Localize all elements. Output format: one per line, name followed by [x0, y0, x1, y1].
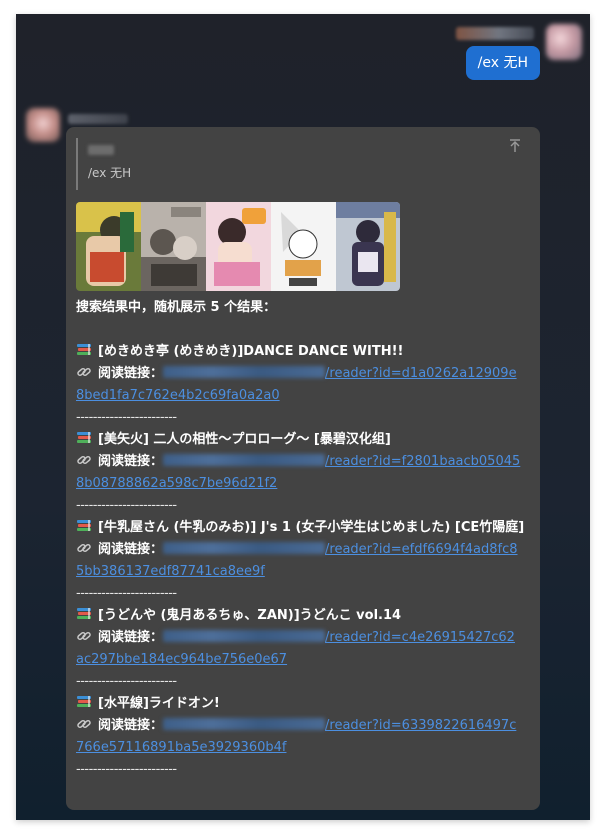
- thumbnail-5[interactable]: [336, 202, 400, 291]
- link-host-blurred: [163, 542, 326, 554]
- result-title-text: [うどんや (鬼月あるちゅ、ZAN)]うどんこ vol.14: [98, 608, 402, 623]
- link-path-continued: 766e57116891ba5e3929360b4f: [76, 740, 287, 755]
- link-path-continued: ac297bbe184ec964be756e0e67: [76, 652, 288, 667]
- result-link-row: 阅读链接： /reader?id=d1a0262a12909e 8bed1fa7c7…: [76, 363, 532, 407]
- result-item: [うどんや (鬼月あるちゅ、ZAN)]うどんこ vol.14 阅读链接： /read…: [76, 605, 532, 693]
- link-host-blurred: [163, 630, 326, 642]
- result-item: [めきめき亭 (めきめき)]DANCE DANCE WITH!! 阅读链接： /re…: [76, 341, 532, 429]
- result-title: [めきめき亭 (めきめき)]DANCE DANCE WITH!!: [76, 341, 532, 363]
- thumbnail-collage[interactable]: [76, 202, 400, 291]
- my-message-bubble[interactable]: /ex 无H: [465, 46, 540, 80]
- thumbnail-3[interactable]: [206, 202, 271, 291]
- link-path: /reader?id=d1a0262a12909e: [325, 366, 517, 381]
- bot-message-bubble[interactable]: /ex 无H 搜索结果中，随机展示 5 个结果： [めきめき亭 (めきめき)]D…: [66, 127, 540, 810]
- result-title-text: [美矢火] 二人の相性～プロローグ～ [暴碧汉化组]: [98, 432, 391, 447]
- separator: ------------------------: [76, 674, 177, 689]
- results-list: [めきめき亭 (めきめき)]DANCE DANCE WITH!! 阅读链接： /re…: [76, 341, 532, 781]
- bot-avatar[interactable]: [26, 108, 60, 142]
- search-results: 搜索结果中，随机展示 5 个结果： [めきめき亭 (めきめき)]DANCE DA…: [76, 297, 532, 781]
- separator: ------------------------: [76, 586, 177, 601]
- link-host-blurred: [163, 454, 326, 466]
- link-path-continued: 8b08788862a598c7be96d21f2: [76, 476, 278, 491]
- thumbnail-2[interactable]: [141, 202, 206, 291]
- link-path: /reader?id=6339822616497c: [325, 718, 517, 733]
- result-title: [美矢火] 二人の相性～プロローグ～ [暴碧汉化组]: [76, 429, 532, 451]
- result-item: [牛乳屋さん (牛乳のみお)] J's 1 (女子小学生はじめました) [CE竹…: [76, 517, 532, 605]
- result-link-row: 阅读链接： /reader?id=efdf6694f4ad8fc8 5bb38613…: [76, 539, 532, 583]
- quote-text: /ex 无H: [88, 166, 132, 180]
- my-username-blurred: [456, 27, 534, 40]
- link-path-continued: 8bed1fa7c762e4b2c69fa0a2a0: [76, 388, 280, 403]
- link-host-blurred: [163, 718, 326, 730]
- result-link-row: 阅读链接： /reader?id=c4e26915427c62 ac297bbe18…: [76, 627, 532, 671]
- books-icon: [76, 607, 92, 621]
- books-icon: [76, 519, 92, 533]
- result-link-row: 阅读链接： /reader?id=6339822616497c 766e571168…: [76, 715, 532, 759]
- separator: ------------------------: [76, 498, 177, 513]
- link-path: /reader?id=efdf6694f4ad8fc8: [325, 542, 518, 557]
- books-icon: [76, 431, 92, 445]
- read-link-label: 阅读链接：: [98, 630, 164, 645]
- link-path: /reader?id=f2801baacb05045: [325, 454, 521, 469]
- result-title: [牛乳屋さん (牛乳のみお)] J's 1 (女子小学生はじめました) [CE竹…: [76, 517, 532, 539]
- link-icon: [76, 541, 92, 555]
- quote-sender-blurred: [88, 145, 114, 155]
- chat-window: /ex 无H /ex 无H 搜索结果中，随机展示 5 个结果： [めきめき亭 (…: [16, 14, 590, 820]
- result-title-text: [水平線]ライドオン!: [98, 696, 220, 711]
- bot-username-blurred: [68, 114, 128, 124]
- scroll-to-top-icon[interactable]: [508, 138, 522, 154]
- result-title: [うどんや (鬼月あるちゅ、ZAN)]うどんこ vol.14: [76, 605, 532, 627]
- read-link-label: 阅读链接：: [98, 542, 164, 557]
- thumbnail-1[interactable]: [76, 202, 141, 291]
- books-icon: [76, 343, 92, 357]
- quoted-reply[interactable]: /ex 无H: [76, 138, 530, 190]
- thumbnail-4[interactable]: [271, 202, 336, 291]
- my-avatar[interactable]: [546, 24, 582, 60]
- result-item: [水平線]ライドオン! 阅读链接： /reader?id=6339822616497…: [76, 693, 532, 781]
- link-icon: [76, 629, 92, 643]
- result-title-text: [牛乳屋さん (牛乳のみお)] J's 1 (女子小学生はじめました) [CE竹…: [98, 520, 525, 535]
- read-link-label: 阅读链接：: [98, 366, 164, 381]
- read-link-label: 阅读链接：: [98, 454, 164, 469]
- result-title-text: [めきめき亭 (めきめき)]DANCE DANCE WITH!!: [98, 344, 404, 359]
- link-icon: [76, 717, 92, 731]
- read-link-label: 阅读链接：: [98, 718, 164, 733]
- result-link-row: 阅读链接： /reader?id=f2801baacb05045 8b0878886…: [76, 451, 532, 495]
- link-path-continued: 5bb386137edf87741ca8ee9f: [76, 564, 265, 579]
- results-summary: 搜索结果中，随机展示 5 个结果：: [76, 300, 277, 315]
- result-title: [水平線]ライドオン!: [76, 693, 532, 715]
- link-icon: [76, 365, 92, 379]
- link-icon: [76, 453, 92, 467]
- link-host-blurred: [163, 366, 326, 378]
- separator: ------------------------: [76, 762, 177, 777]
- separator: ------------------------: [76, 410, 177, 425]
- result-item: [美矢火] 二人の相性～プロローグ～ [暴碧汉化组] 阅读链接： /reader?i…: [76, 429, 532, 517]
- books-icon: [76, 695, 92, 709]
- link-path: /reader?id=c4e26915427c62: [325, 630, 515, 645]
